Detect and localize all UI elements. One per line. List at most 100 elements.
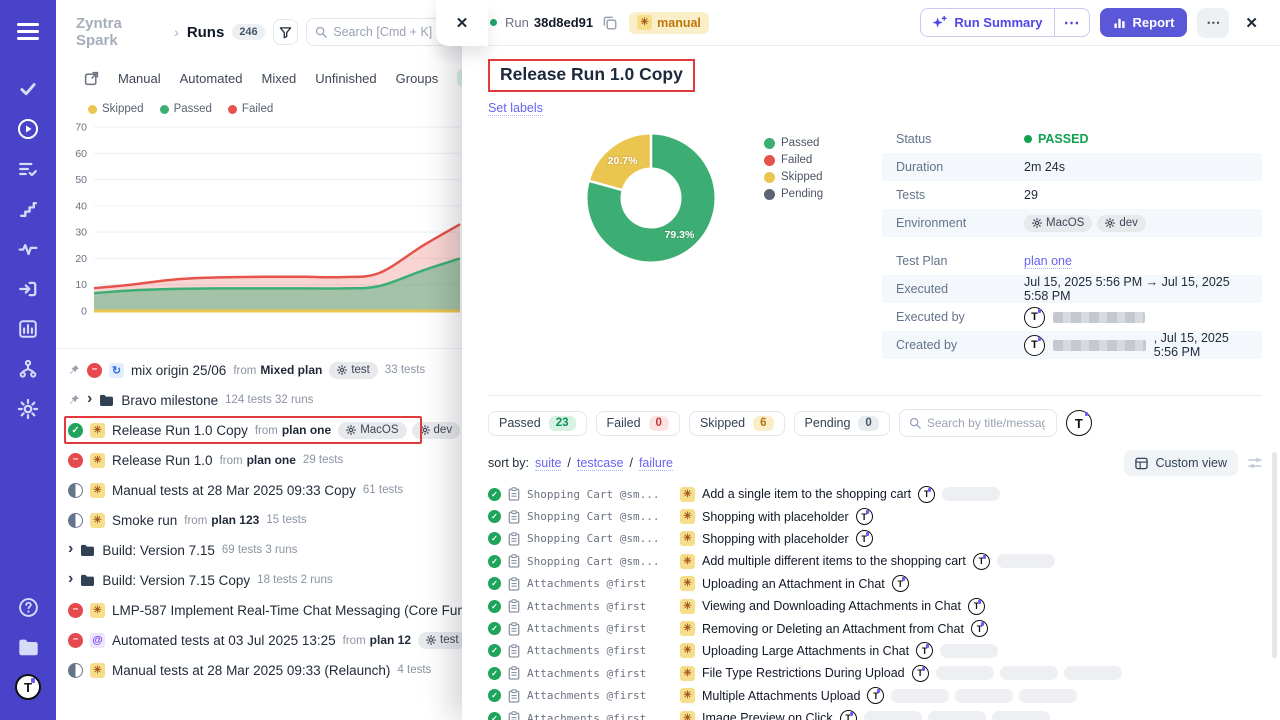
run-list-item[interactable]: › Release Run 1.0 Copy from plan one Mac… [64, 415, 470, 445]
profile-avatar[interactable]: T [11, 670, 45, 704]
run-name[interactable]: Release Run 1.0 Copy [112, 423, 248, 438]
test-suite[interactable]: Attachments @first [527, 577, 673, 590]
plan-name[interactable]: plan one [282, 423, 331, 437]
run-name[interactable]: Build: Version 7.15 [102, 543, 215, 558]
status-filter-chip[interactable]: Passed 23 [488, 411, 587, 436]
milestones-branch-icon[interactable] [11, 352, 45, 386]
run-summary-button[interactable]: Run Summary [921, 9, 1053, 36]
tag-pill[interactable] [928, 711, 986, 720]
tag-pill[interactable] [891, 689, 949, 703]
breadcrumb-page[interactable]: Runs [187, 24, 225, 41]
test-row[interactable]: Shopping Cart @sm... Add multiple differ… [488, 550, 1262, 572]
run-list-item[interactable]: › Smoke run from plan 123 15 tests [64, 505, 470, 535]
tab-mixed[interactable]: Mixed [262, 71, 297, 86]
test-suite[interactable]: Shopping Cart @sm... [527, 532, 673, 545]
test-title[interactable]: Shopping with placeholder [702, 532, 849, 546]
run-list-item[interactable]: › Release Run 1.0 from plan one 29 tests [64, 445, 470, 475]
runs-search[interactable] [306, 18, 456, 46]
sort-option-link[interactable]: testcase [577, 456, 624, 471]
run-list-item[interactable]: › LMP-587 Implement Real-Time Chat Messa… [64, 595, 470, 625]
assignee-filter-avatar[interactable]: T [1066, 410, 1092, 436]
test-suite[interactable]: Attachments @first [527, 622, 673, 635]
run-name[interactable]: Release Run 1.0 [112, 453, 213, 468]
runs-search-input[interactable] [333, 25, 443, 39]
test-suite[interactable]: Shopping Cart @sm... [527, 488, 673, 501]
close-drawer-button[interactable]: ✕ [1239, 10, 1264, 36]
test-title[interactable]: Uploading an Attachment in Chat [702, 577, 885, 591]
sort-option-link[interactable]: failure [639, 456, 673, 471]
test-row[interactable]: Attachments @first Uploading Large Attac… [488, 640, 1262, 662]
run-name[interactable]: Bravo milestone [121, 393, 218, 408]
test-row[interactable]: Attachments @first Uploading an Attachme… [488, 573, 1262, 595]
activity-pulse-icon[interactable] [11, 232, 45, 266]
test-suite[interactable]: Shopping Cart @sm... [527, 510, 673, 523]
run-name[interactable]: Build: Version 7.15 Copy [102, 573, 250, 588]
test-title[interactable]: Viewing and Downloading Attachments in C… [702, 599, 961, 613]
projects-folder-icon[interactable] [11, 630, 45, 664]
status-filter-chip[interactable]: Failed 0 [596, 411, 680, 436]
test-row[interactable]: Shopping Cart @sm... Shopping with place… [488, 528, 1262, 550]
tests-search-input[interactable] [927, 416, 1045, 430]
tag-pill[interactable] [955, 689, 1013, 703]
tag-pill[interactable] [942, 487, 1000, 501]
menu-icon[interactable] [11, 14, 45, 48]
run-list-item[interactable]: › Build: Version 7.15 from 69 tests 3 ru… [64, 535, 470, 565]
reports-chart-icon[interactable] [11, 312, 45, 346]
filter-button[interactable] [273, 19, 299, 45]
run-launch-icon[interactable] [84, 71, 99, 86]
test-title[interactable]: Multiple Attachments Upload [702, 689, 860, 703]
test-row[interactable]: Shopping Cart @sm... Shopping with place… [488, 505, 1262, 527]
tests-search[interactable] [899, 409, 1057, 437]
run-name[interactable]: LMP-587 Implement Real-Time Chat Messagi… [112, 603, 470, 618]
test-row[interactable]: Attachments @first Multiple Attachments … [488, 685, 1262, 707]
tag-pill[interactable] [997, 554, 1055, 568]
status-filter-chip[interactable]: Pending 0 [794, 411, 890, 436]
test-title[interactable]: Add multiple different items to the shop… [702, 554, 966, 568]
run-summary-more-button[interactable]: ⋯ [1054, 9, 1089, 36]
steps-icon[interactable] [11, 192, 45, 226]
tab-automated[interactable]: Automated [180, 71, 243, 86]
test-row[interactable]: Shopping Cart @sm... Add a single item t… [488, 483, 1262, 505]
run-name[interactable]: Manual tests at 28 Mar 2025 09:33 (Relau… [112, 663, 390, 678]
tag-pill[interactable] [1000, 666, 1058, 680]
run-name[interactable]: Automated tests at 03 Jul 2025 13:25 [112, 633, 336, 648]
test-title[interactable]: Uploading Large Attachments in Chat [702, 644, 909, 658]
tab-unfinished[interactable]: Unfinished [315, 71, 376, 86]
tag-pill[interactable] [864, 711, 922, 720]
run-list-item[interactable]: › mix origin 25/06 from Mixed plan test [64, 355, 470, 385]
test-title[interactable]: Image Preview on Click [702, 711, 833, 720]
test-title[interactable]: Add a single item to the shopping cart [702, 487, 911, 501]
help-icon[interactable] [11, 590, 45, 624]
tag-pill[interactable] [936, 666, 994, 680]
test-suite[interactable]: Attachments @first [527, 689, 673, 702]
chevron-right-icon[interactable]: › [68, 571, 73, 587]
run-list-item[interactable]: › Bravo milestone from 124 tests 32 runs [64, 385, 470, 415]
run-list-item[interactable]: › Build: Version 7.15 Copy from 18 tests… [64, 565, 470, 595]
plan-name[interactable]: plan 12 [370, 633, 411, 647]
test-suite[interactable]: Attachments @first [527, 644, 673, 657]
test-suite[interactable]: Attachments @first [527, 600, 673, 613]
chart-legend-item[interactable]: Skipped [88, 103, 144, 115]
tag-pill[interactable] [940, 644, 998, 658]
chart-legend-item[interactable]: Failed [228, 103, 273, 115]
tab-manual[interactable]: Manual [118, 71, 161, 86]
test-row[interactable]: Attachments @first Removing or Deleting … [488, 617, 1262, 639]
test-row[interactable]: Attachments @first File Type Restriction… [488, 662, 1262, 684]
test-row[interactable]: Attachments @first Image Preview on Clic… [488, 707, 1262, 720]
pin-icon[interactable] [68, 364, 80, 376]
test-title[interactable]: Shopping with placeholder [702, 510, 849, 524]
copy-icon[interactable] [603, 16, 617, 30]
run-list-item[interactable]: › Manual tests at 28 Mar 2025 09:33 (Rel… [64, 655, 470, 685]
env-badge[interactable]: dev [412, 422, 461, 439]
drawer-collapse-button[interactable]: ✕ [436, 0, 488, 46]
plan-name[interactable]: plan 123 [211, 513, 259, 527]
test-row[interactable]: Attachments @first Viewing and Downloadi… [488, 595, 1262, 617]
plan-name[interactable]: Mixed plan [260, 363, 322, 377]
breadcrumb-project[interactable]: Zyntra Spark [76, 15, 166, 49]
test-suite[interactable]: Attachments @first [527, 667, 673, 680]
tag-pill[interactable] [1064, 666, 1122, 680]
run-name[interactable]: Smoke run [112, 513, 177, 528]
list-check-icon[interactable] [11, 152, 45, 186]
test-suite[interactable]: Attachments @first [527, 712, 673, 720]
set-labels-link[interactable]: Set labels [488, 101, 543, 116]
